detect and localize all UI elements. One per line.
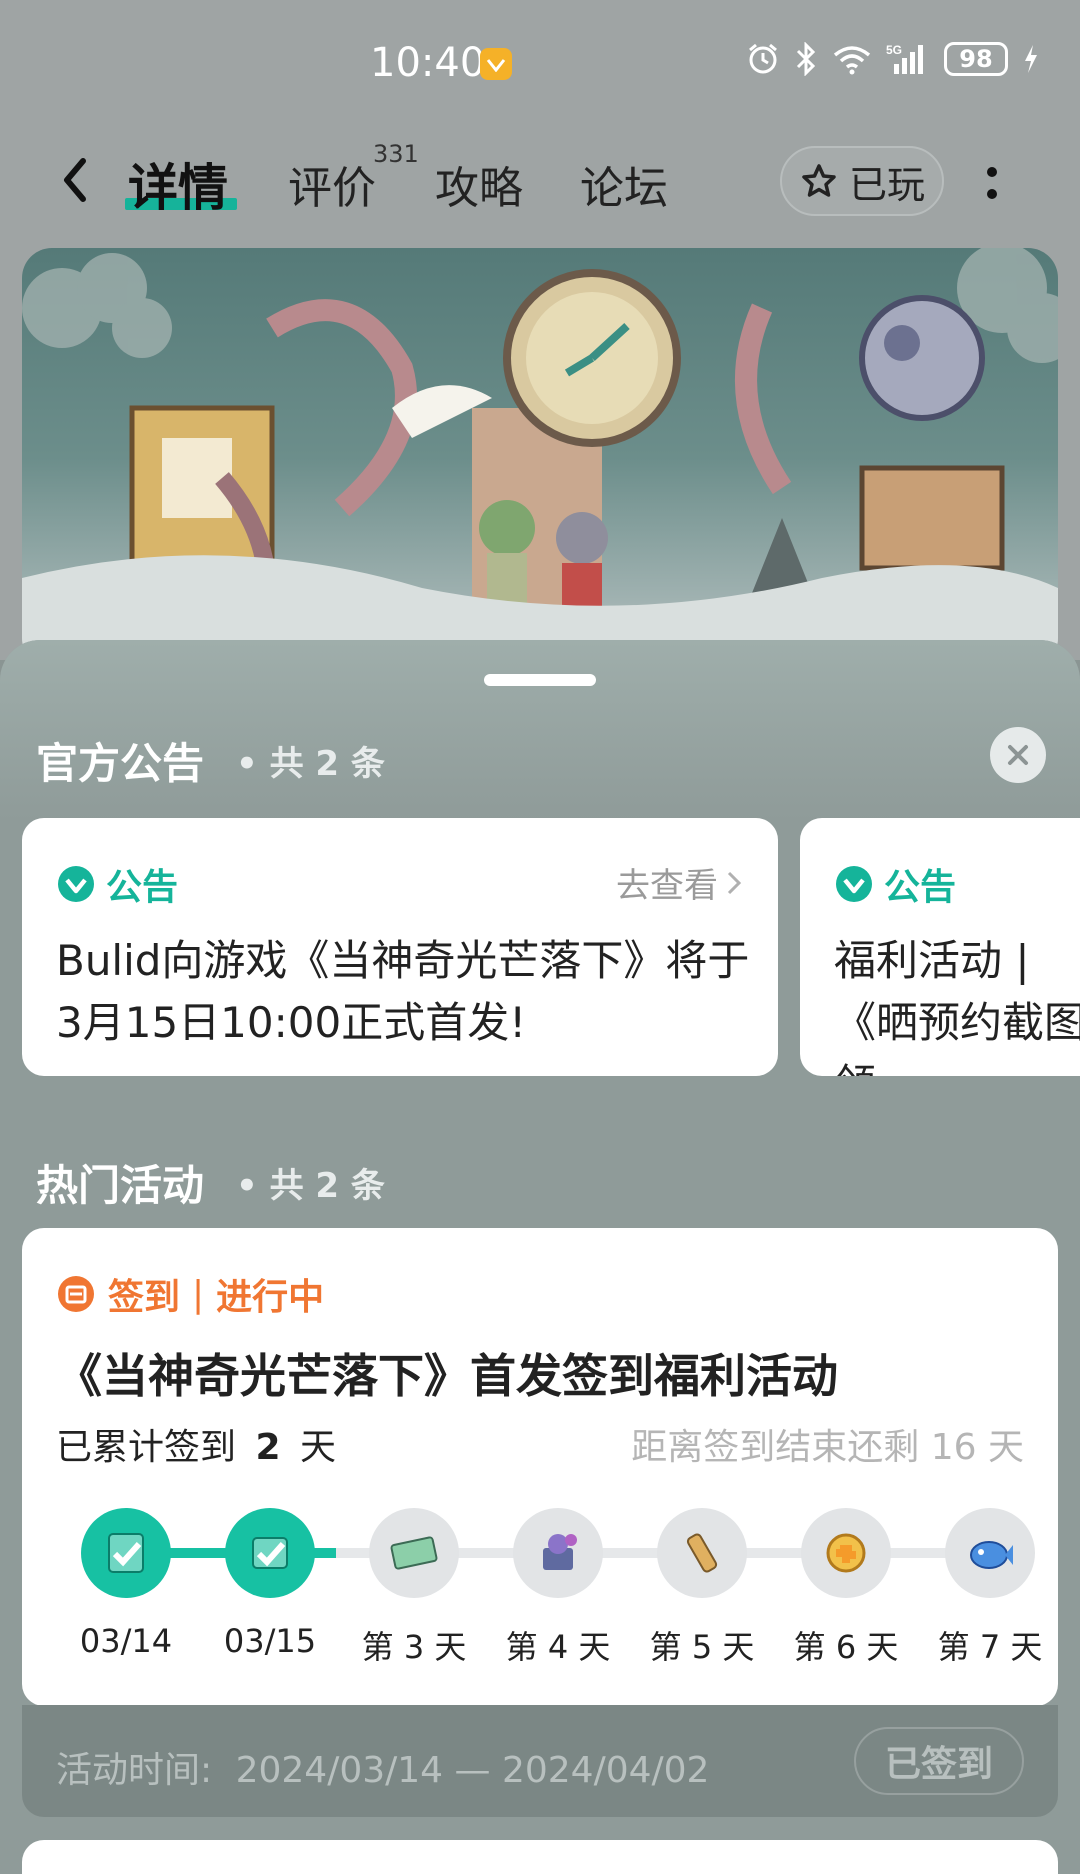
tab-details[interactable]: 详情 xyxy=(128,148,228,220)
day-label: 第 5 天 xyxy=(649,1628,755,1666)
bluetooth-icon xyxy=(796,42,816,76)
day-label: 03/14 xyxy=(79,1622,173,1660)
signal-icon: 5G xyxy=(886,43,923,74)
notice-badge-icon xyxy=(836,866,872,902)
status-icons: 5G 98 xyxy=(746,42,1040,76)
activity-sheet: 官方公告 • 共 2 条 公告 去查看 Bulid向游戏《当神奇光芒落下》将于3… xyxy=(0,640,1080,1874)
close-icon xyxy=(1008,745,1028,765)
view-link[interactable]: 去查看 xyxy=(616,858,742,907)
day-reward-icon xyxy=(225,1508,315,1598)
close-button[interactable] xyxy=(990,727,1046,783)
calendar-icon xyxy=(58,1276,94,1312)
charging-icon xyxy=(1025,45,1037,73)
announcements-title: 官方公告 xyxy=(36,739,205,788)
day-reward-icon xyxy=(513,1508,603,1598)
reviews-count: 331 xyxy=(373,140,419,168)
played-button[interactable]: 已玩 xyxy=(780,146,944,216)
day-label: 第 4 天 xyxy=(505,1628,611,1666)
day-item: 第 6 天 xyxy=(776,1486,916,1668)
vip-icon xyxy=(480,48,512,80)
tag-divider: | xyxy=(192,1273,205,1315)
banner-illustration xyxy=(22,248,1058,668)
wifi-icon xyxy=(833,46,871,75)
activity-time-label: 活动时间: xyxy=(56,1750,213,1791)
alarm-icon xyxy=(749,43,777,74)
tab-reviews[interactable]: 评价 xyxy=(288,152,376,216)
signed-suffix: 天 xyxy=(299,1427,336,1468)
notice-tag-label: 公告 xyxy=(106,867,179,908)
day-item: 03/14 xyxy=(56,1486,196,1660)
signed-count: 已累计签到 2 天 xyxy=(56,1418,336,1470)
notice-badge-icon xyxy=(58,866,94,902)
activities-title: 热门活动 xyxy=(36,1161,205,1210)
remaining-days: 距离签到结束还剩 16 天 xyxy=(631,1427,1024,1468)
activity-time-range: 2024/03/14 — 2024/04/02 xyxy=(235,1750,710,1791)
day-reward-icon xyxy=(657,1508,747,1598)
activity-type: 签到 xyxy=(108,1277,181,1318)
announcement-text: Bulid向游戏《当神奇光芒落下》将于3月15日10:00正式首发! xyxy=(56,936,750,1047)
activity-footer: 活动时间: 2024/03/14 — 2024/04/02 已签到 xyxy=(22,1705,1058,1817)
tab-guides[interactable]: 攻略 xyxy=(435,152,523,216)
activity-title: 《当神奇光芒落下》首发签到福利活动 xyxy=(56,1349,838,1403)
day-reward-icon xyxy=(81,1508,171,1598)
played-label: 已玩 xyxy=(848,162,925,207)
day-reward-icon xyxy=(945,1508,1035,1598)
sign-in-days: 03/14 03/15 第 3 天 第 4 天 第 5 天 第 6 天 第 7 … xyxy=(42,1486,1042,1666)
day-item: 第 5 天 xyxy=(632,1486,772,1668)
battery-level: 98 xyxy=(959,45,993,73)
activities-count: • 共 2 条 xyxy=(236,1166,385,1206)
activity-tag: 签到 | 进行中 xyxy=(56,1268,324,1320)
star-icon xyxy=(802,164,836,197)
activity-time: 活动时间: 2024/03/14 — 2024/04/02 xyxy=(56,1741,709,1793)
day-label: 第 3 天 xyxy=(361,1628,467,1666)
tab-forum[interactable]: 论坛 xyxy=(580,152,668,216)
announcement-card[interactable]: 公告 去查看 Bulid向游戏《当神奇光芒落下》将于3月15日10:00正式首发… xyxy=(22,818,778,1076)
next-activity-card[interactable] xyxy=(22,1840,1058,1874)
activity-status: 进行中 xyxy=(216,1277,325,1318)
view-link-label: 去查看 xyxy=(616,866,718,906)
activity-card[interactable]: 签到 | 进行中 《当神奇光芒落下》首发签到福利活动 已累计签到 2 天 距离签… xyxy=(22,1228,1058,1706)
notice-tag-label: 公告 xyxy=(884,867,957,908)
announcements-count: • 共 2 条 xyxy=(236,744,385,784)
signed-days: 2 xyxy=(255,1427,281,1468)
chevron-right-icon xyxy=(727,871,742,894)
day-item: 第 4 天 xyxy=(488,1486,628,1668)
day-item: 第 7 天 xyxy=(920,1486,1060,1668)
day-reward-icon xyxy=(369,1508,459,1598)
more-icon[interactable] xyxy=(985,160,999,206)
day-item: 03/15 xyxy=(200,1486,340,1660)
drag-handle[interactable] xyxy=(484,674,596,686)
back-icon[interactable] xyxy=(55,155,95,205)
signed-button[interactable]: 已签到 xyxy=(854,1727,1024,1795)
day-label: 第 7 天 xyxy=(937,1628,1043,1666)
status-time: 10:40 xyxy=(370,40,486,86)
day-label: 第 6 天 xyxy=(793,1628,899,1666)
svg-text:5G: 5G xyxy=(886,43,902,57)
notice-tag: 公告 xyxy=(56,858,178,910)
announcement-card[interactable]: 公告 福利活动 | 《晒预约截图领 xyxy=(800,818,1080,1076)
signed-prefix: 已累计签到 xyxy=(56,1427,237,1468)
game-banner-image xyxy=(22,248,1058,668)
day-label: 03/15 xyxy=(223,1622,317,1660)
status-bar: 10:40 5G 98 xyxy=(0,0,1080,120)
day-reward-icon xyxy=(801,1508,891,1598)
notice-tag: 公告 xyxy=(834,858,956,910)
announcement-text: 福利活动 | 《晒预约截图领 xyxy=(834,936,1080,1076)
battery-icon: 98 xyxy=(944,42,1008,76)
day-item: 第 3 天 xyxy=(344,1486,484,1668)
top-nav: 详情 评价 331 攻略 论坛 已玩 xyxy=(0,130,1080,230)
